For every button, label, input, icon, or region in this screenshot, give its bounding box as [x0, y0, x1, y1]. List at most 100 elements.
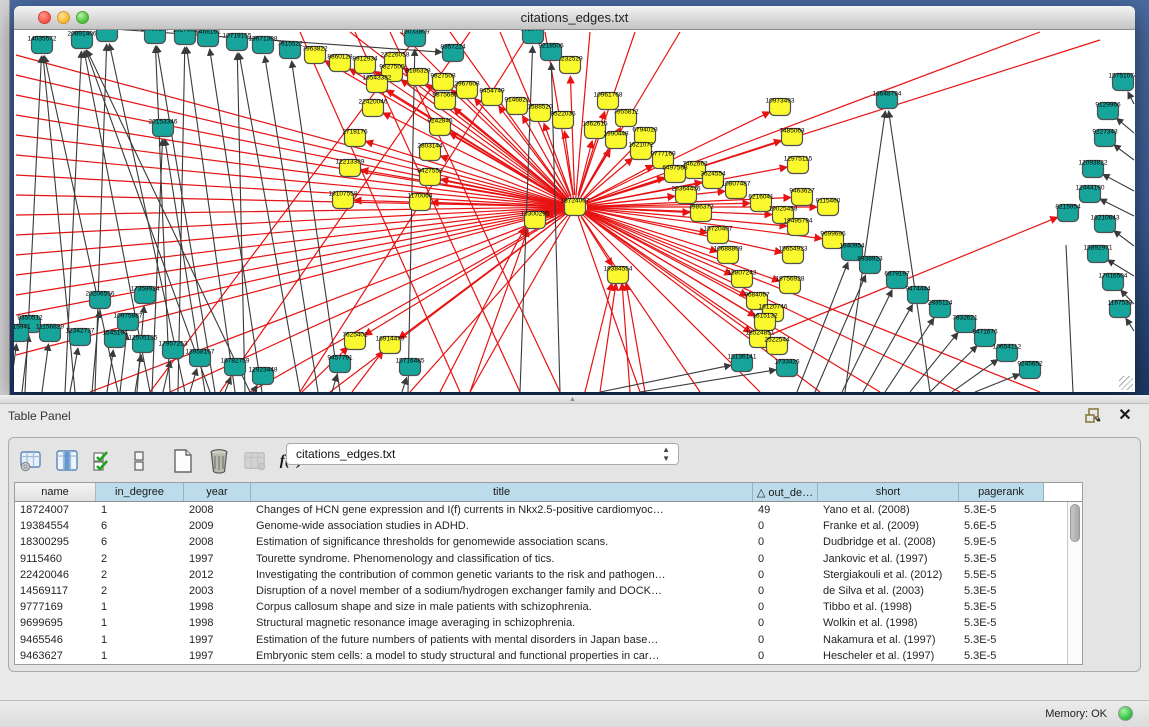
- graph-node[interactable]: 12444190: [1076, 185, 1105, 203]
- window-resize-grip[interactable]: [1119, 376, 1133, 390]
- graph-node[interactable]: 2935114: [928, 300, 953, 318]
- table-cell[interactable]: 5.3E-5: [959, 617, 1044, 629]
- table-cell[interactable]: 18724007: [15, 504, 96, 516]
- graph-node[interactable]: 9875685: [432, 92, 458, 110]
- graph-node[interactable]: 16033809: [401, 30, 430, 47]
- table-cell[interactable]: 2008: [184, 536, 251, 548]
- graph-node[interactable]: 10973493: [766, 98, 795, 116]
- table-cell[interactable]: 0: [753, 553, 818, 565]
- table-row[interactable]: 969969511998Structural magnetic resonanc…: [15, 615, 1082, 631]
- panel-splitter[interactable]: ▲: [0, 395, 1149, 404]
- graph-node[interactable]: 1615132: [752, 313, 778, 331]
- table-row[interactable]: 946554611997Estimation of the future num…: [15, 632, 1082, 648]
- graph-node[interactable]: 20891406: [68, 31, 97, 49]
- graph-node[interactable]: 9463627: [789, 188, 815, 206]
- table-cell[interactable]: 5.3E-5: [959, 504, 1044, 516]
- graph-node[interactable]: 9827508: [430, 73, 456, 91]
- graph-node[interactable]: 12923448: [249, 367, 278, 385]
- table-cell[interactable]: Changes of HCN gene expression and I(f) …: [251, 504, 753, 516]
- graph-node[interactable]: 3915941: [14, 324, 31, 342]
- window-titlebar[interactable]: citations_edges.txt: [14, 6, 1135, 30]
- delete-table-icon[interactable]: [207, 449, 231, 473]
- memory-status-indicator[interactable]: [1118, 706, 1133, 721]
- table-cell[interactable]: 0: [753, 634, 818, 646]
- graph-node[interactable]: 9146821: [504, 97, 530, 115]
- graph-node[interactable]: 16210643: [1091, 215, 1120, 233]
- graph-node[interactable]: 15136141: [728, 354, 757, 372]
- graph-node[interactable]: 15654923: [779, 246, 808, 264]
- table-cell[interactable]: 9463627: [15, 650, 96, 662]
- table-cell[interactable]: 9777169: [15, 601, 96, 613]
- graph-node[interactable]: 9227343: [1092, 129, 1118, 147]
- column-header-short[interactable]: short: [818, 483, 959, 501]
- table-cell[interactable]: 0: [753, 601, 818, 613]
- table-cell[interactable]: 2003: [184, 585, 251, 597]
- graph-node[interactable]: 7485063: [779, 128, 805, 146]
- graph-node[interactable]: 10961768: [594, 92, 623, 110]
- graph-node[interactable]: 1733426: [774, 359, 800, 377]
- column-header-out_de[interactable]: △ out_de…: [753, 483, 818, 501]
- graph-node[interactable]: 19495794: [784, 218, 813, 236]
- graph-node[interactable]: 1170064: [408, 193, 433, 211]
- graph-node[interactable]: 15751074: [1109, 73, 1135, 91]
- table-cell[interactable]: Structural magnetic resonance image aver…: [251, 617, 753, 629]
- graph-node[interactable]: 10688809: [714, 246, 743, 264]
- table-cell[interactable]: 1: [96, 634, 184, 646]
- table-cell[interactable]: 5.9E-5: [959, 536, 1044, 548]
- table-cell[interactable]: Franke et al. (2009): [818, 520, 959, 532]
- graph-node[interactable]: 12975115: [784, 156, 813, 174]
- table-cell[interactable]: Genome-wide association studies in ADHD.: [251, 520, 753, 532]
- table-cell[interactable]: Jankovic et al. (1997): [818, 553, 959, 565]
- table-cell[interactable]: 19384554: [15, 520, 96, 532]
- table-cell[interactable]: Embryonic stem cells: a model to study s…: [251, 650, 753, 662]
- graph-node[interactable]: 9218506: [538, 43, 564, 61]
- table-cell[interactable]: 14569117: [15, 585, 96, 597]
- table-cell[interactable]: 0: [753, 650, 818, 662]
- graph-node[interactable]: 9115460: [816, 198, 841, 216]
- graph-node[interactable]: 16914479: [376, 336, 405, 354]
- table-cell[interactable]: Estimation of the future numbers of pati…: [251, 634, 753, 646]
- graph-node[interactable]: 10975887: [114, 313, 143, 331]
- graph-node[interactable]: 8938923: [857, 256, 883, 274]
- table-cell[interactable]: 1997: [184, 553, 251, 565]
- graph-node[interactable]: 10653287: [141, 30, 170, 44]
- graph-node[interactable]: 2718176: [342, 129, 368, 147]
- table-cell[interactable]: 2012: [184, 569, 251, 581]
- table-row[interactable]: 911546021997Tourette syndrome. Phenomeno…: [15, 551, 1082, 567]
- graph-node[interactable]: 6466161: [195, 30, 221, 47]
- table-row[interactable]: 1938455462009Genome-wide association stu…: [15, 518, 1082, 534]
- graph-node[interactable]: 7955812: [613, 109, 639, 127]
- graph-node[interactable]: 18807243: [728, 270, 757, 288]
- table-cell[interactable]: Yano et al. (2008): [818, 504, 959, 516]
- table-cell[interactable]: Investigating the contribution of common…: [251, 569, 753, 581]
- table-cell[interactable]: 0: [753, 585, 818, 597]
- graph-node[interactable]: 8215954: [1055, 204, 1081, 222]
- graph-node[interactable]: 16543382: [363, 75, 392, 93]
- table-cell[interactable]: 9699695: [15, 617, 96, 629]
- graph-node[interactable]: 11156829: [36, 324, 64, 342]
- table-cell[interactable]: Tourette syndrome. Phenomenology and cla…: [251, 553, 753, 565]
- table-cell[interactable]: 6: [96, 520, 184, 532]
- table-row[interactable]: 1872400712008Changes of HCN gene express…: [15, 502, 1082, 518]
- graph-node[interactable]: 1588520: [527, 104, 553, 122]
- table-row[interactable]: 2242004622012Investigating the contribut…: [15, 567, 1082, 583]
- graph-node[interactable]: 1065532: [94, 30, 120, 42]
- table-cell[interactable]: 49: [753, 504, 818, 516]
- graph-node[interactable]: 7615522: [277, 41, 303, 59]
- graph-node[interactable]: 20206556: [86, 291, 115, 309]
- graph-node[interactable]: 12505135: [129, 335, 158, 353]
- table-row[interactable]: 977716911998Corpus callosum shape and si…: [15, 599, 1082, 615]
- graph-node[interactable]: 9245652: [1017, 361, 1043, 379]
- table-cell[interactable]: 2: [96, 585, 184, 597]
- graph-node[interactable]: 1527602: [172, 30, 198, 45]
- graph-node[interactable]: 18724007: [561, 198, 590, 216]
- graph-node[interactable]: 17359924: [131, 286, 160, 304]
- table-cell[interactable]: 2009: [184, 520, 251, 532]
- table-cell[interactable]: 2008: [184, 504, 251, 516]
- graph-node[interactable]: 1167533: [1108, 300, 1133, 318]
- table-cell[interactable]: 9465546: [15, 634, 96, 646]
- graph-node[interactable]: 7625402: [342, 332, 368, 350]
- table-cell[interactable]: 18300295: [15, 536, 96, 548]
- graph-node[interactable]: 20364436: [672, 186, 701, 204]
- table-cell[interactable]: Stergiakouli et al. (2012): [818, 569, 959, 581]
